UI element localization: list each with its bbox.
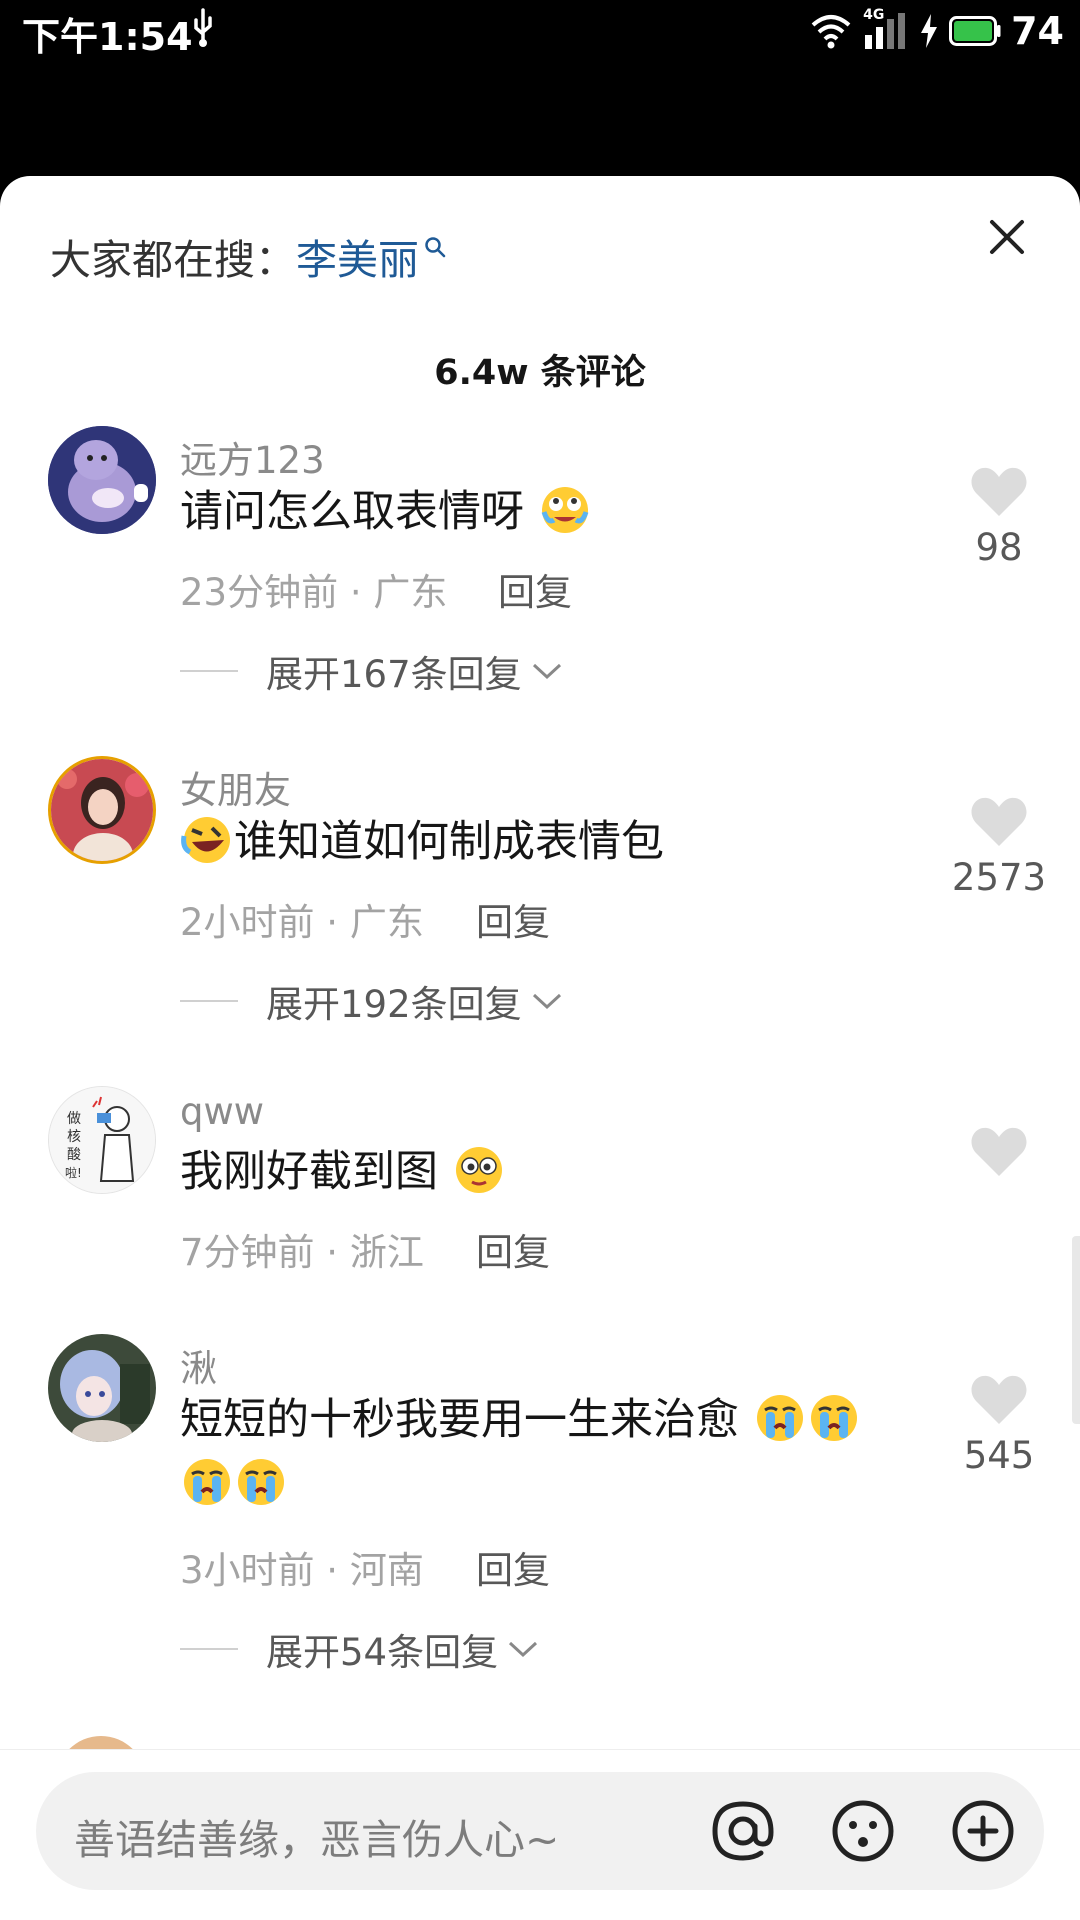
loudly-crying-emoji-icon <box>184 1459 230 1505</box>
heart-icon <box>971 1127 1027 1176</box>
comment-meta: 23分钟前 · 广东 <box>180 571 448 614</box>
comment-item: 女朋友 谁知道如何制成表情包 2小时前 · 广东 回复 展开192条回复 257… <box>0 756 1080 1086</box>
expand-replies-label: 展开192条回复 <box>266 983 522 1026</box>
comment-location: 浙江 <box>349 1231 424 1274</box>
crying-laughing-emoji-icon <box>541 487 589 533</box>
comment-username[interactable]: qww <box>180 1090 264 1133</box>
expand-replies[interactable]: 展开54条回复 <box>180 1622 540 1676</box>
status-bar: 下午1:54 4G 74 <box>0 0 1080 62</box>
comment-username[interactable]: 女朋友 <box>180 760 291 814</box>
comment-location: 广东 <box>373 571 448 614</box>
comment-time: 23分钟前 <box>180 571 339 614</box>
network-label: 4G <box>863 7 885 23</box>
avatar[interactable] <box>48 1334 156 1442</box>
heart-icon <box>971 1375 1027 1424</box>
reply-button[interactable]: 回复 <box>476 1540 550 1594</box>
like-count: 545 <box>963 1434 1035 1477</box>
search-hint[interactable]: 大家都在搜： 李美丽 <box>50 226 447 286</box>
divider-line <box>180 1648 238 1650</box>
avatar[interactable]: 做 核 酸 啦! <box>48 1086 156 1194</box>
like-count: 98 <box>975 526 1023 569</box>
reply-button[interactable]: 回复 <box>476 1222 550 1276</box>
divider-line <box>180 1000 238 1002</box>
close-icon[interactable] <box>986 216 1028 258</box>
comment-text: 谁知道如何制成表情包 <box>180 810 900 874</box>
comment-time: 2小时前 <box>180 901 315 944</box>
chevron-down-icon <box>532 993 561 1010</box>
comment-item: 做 核 酸 啦! qww 我刚好截到图 7分钟前 · 浙江 回复 <box>0 1086 1080 1326</box>
reply-button[interactable]: 回复 <box>476 892 550 946</box>
comment-location: 河南 <box>349 1549 424 1592</box>
comments-sheet: 大家都在搜： 李美丽 6.4w 条评论 远方123 请问怎么取表情呀 23分钟前… <box>0 176 1080 1920</box>
scrollbar-thumb[interactable] <box>1072 1236 1080 1424</box>
heart-icon <box>971 797 1027 846</box>
svg-text:啦!: 啦! <box>65 1165 82 1180</box>
charging-bolt-icon <box>921 14 938 48</box>
like-button[interactable]: 2573 <box>932 796 1066 899</box>
svg-text:核: 核 <box>67 1129 81 1145</box>
battery-level: 74 <box>1011 9 1064 53</box>
like-button[interactable] <box>944 1126 1054 1178</box>
comment-text-content: 短短的十秒我要用一生来治愈 <box>180 1395 739 1445</box>
avatar[interactable] <box>48 426 156 534</box>
comment-text-content: 谁知道如何制成表情包 <box>234 817 664 867</box>
status-time: 下午1:54 <box>22 15 193 59</box>
svg-text:做: 做 <box>67 1111 81 1127</box>
chevron-down-icon <box>509 1641 538 1658</box>
comment-location: 广东 <box>349 901 424 944</box>
divider-line <box>180 670 238 672</box>
like-button[interactable]: 98 <box>944 466 1054 569</box>
comment-input-bar: 善语结善缘，恶言伤人心~ <box>0 1749 1080 1920</box>
loudly-crying-emoji-icon <box>810 1395 857 1441</box>
expand-replies[interactable]: 展开167条回复 <box>180 644 564 698</box>
loudly-crying-emoji-icon <box>238 1459 284 1505</box>
comment-item: 湫 短短的十秒我要用一生来治愈 3小时前 · 河南 回复 展开54条回复 545 <box>0 1334 1080 1714</box>
like-button[interactable]: 545 <box>944 1374 1054 1477</box>
heart-icon <box>971 467 1027 516</box>
comment-text: 短短的十秒我要用一生来治愈 <box>180 1388 900 1516</box>
add-icon[interactable] <box>948 1796 1018 1866</box>
rolling-laughing-emoji-icon <box>181 817 230 863</box>
avatar-image <box>51 759 153 861</box>
avatar-image <box>48 426 156 534</box>
comment-input-placeholder: 善语结善缘，恶言伤人心~ <box>74 1816 560 1864</box>
reply-button[interactable]: 回复 <box>498 562 572 616</box>
search-hint-prefix: 大家都在搜： <box>50 236 296 284</box>
battery-icon <box>949 16 1001 46</box>
mention-icon[interactable] <box>708 1796 778 1866</box>
loudly-crying-emoji-icon <box>756 1395 803 1441</box>
comment-text: 我刚好截到图 <box>180 1140 900 1204</box>
wide-eyed-emoji-icon <box>455 1147 502 1193</box>
comment-text-content: 我刚好截到图 <box>180 1147 438 1197</box>
comment-meta: 7分钟前 · 浙江 <box>180 1231 424 1274</box>
comment-item: 远方123 请问怎么取表情呀 23分钟前 · 广东 回复 展开167条回复 98 <box>0 426 1080 756</box>
comment-meta: 3小时前 · 河南 <box>180 1549 424 1592</box>
comment-meta: 2小时前 · 广东 <box>180 901 424 944</box>
expand-replies-label: 展开167条回复 <box>266 653 522 696</box>
search-hint-term[interactable]: 李美丽 <box>296 226 419 286</box>
comment-time: 3小时前 <box>180 1549 315 1592</box>
expand-replies[interactable]: 展开192条回复 <box>180 974 564 1028</box>
comment-time: 7分钟前 <box>180 1231 315 1274</box>
avatar-image <box>48 1334 156 1442</box>
comment-username[interactable]: 远方123 <box>180 430 325 484</box>
cell-signal-icon: 4G <box>863 7 909 51</box>
comment-input[interactable]: 善语结善缘，恶言伤人心~ <box>36 1772 1044 1890</box>
comment-username[interactable]: 湫 <box>180 1338 217 1392</box>
comment-text-content: 请问怎么取表情呀 <box>180 487 524 537</box>
like-count: 2573 <box>951 856 1047 899</box>
search-icon <box>425 237 446 258</box>
expand-replies-label: 展开54条回复 <box>266 1631 499 1674</box>
avatar-image: 做 核 酸 啦! <box>49 1087 155 1193</box>
wifi-icon <box>811 15 851 49</box>
usb-icon <box>194 8 212 47</box>
chevron-down-icon <box>532 663 561 680</box>
status-right: 4G 74 <box>809 6 1064 56</box>
svg-text:酸: 酸 <box>67 1147 81 1163</box>
emoji-icon[interactable] <box>828 1796 898 1866</box>
comment-text: 请问怎么取表情呀 <box>180 480 900 544</box>
comment-count: 6.4w 条评论 <box>434 353 646 393</box>
avatar[interactable] <box>48 756 156 864</box>
